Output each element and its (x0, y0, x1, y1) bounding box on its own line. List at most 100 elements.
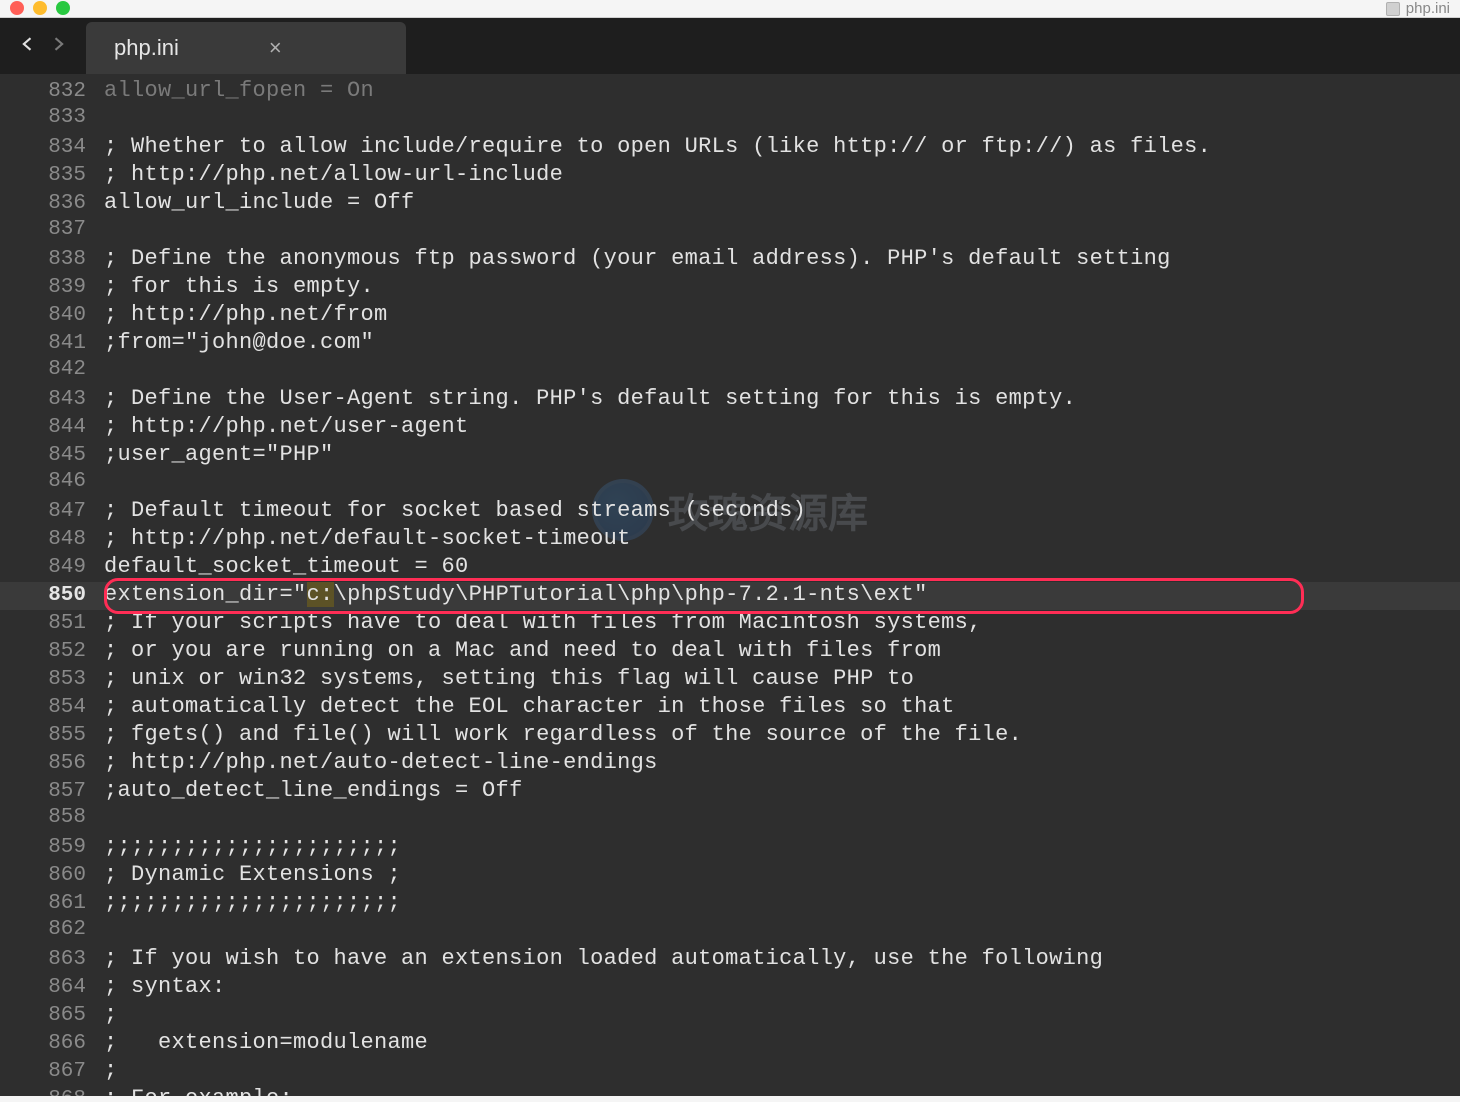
line-number: 849 (0, 556, 104, 579)
code-line[interactable]: 835; http://php.net/allow-url-include (0, 162, 1460, 190)
line-number: 861 (0, 892, 104, 915)
code-line[interactable]: 853; unix or win32 systems, setting this… (0, 666, 1460, 694)
code-text: ; Dynamic Extensions ; (104, 862, 401, 887)
code-text: ; fgets() and file() will work regardles… (104, 722, 1022, 747)
code-text: allow_url_include = Off (104, 190, 415, 215)
line-number: 839 (0, 276, 104, 299)
line-number: 865 (0, 1004, 104, 1027)
code-line[interactable]: 842 (0, 358, 1460, 386)
line-number: 844 (0, 416, 104, 439)
code-line[interactable]: 861;;;;;;;;;;;;;;;;;;;;;; (0, 890, 1460, 918)
code-line[interactable]: 844; http://php.net/user-agent (0, 414, 1460, 442)
code-line[interactable]: 848; http://php.net/default-socket-timeo… (0, 526, 1460, 554)
zoom-window-button[interactable] (56, 1, 70, 15)
line-number: 840 (0, 304, 104, 327)
code-line[interactable]: 851; If your scripts have to deal with f… (0, 610, 1460, 638)
code-line[interactable]: 847; Default timeout for socket based st… (0, 498, 1460, 526)
minimize-window-button[interactable] (33, 1, 47, 15)
code-line[interactable]: 845;user_agent="PHP" (0, 442, 1460, 470)
code-line[interactable]: 858 (0, 806, 1460, 834)
code-line[interactable]: 833 (0, 106, 1460, 134)
code-text: ; syntax: (104, 974, 226, 999)
code-text: ;;;;;;;;;;;;;;;;;;;;;; (104, 834, 401, 859)
line-number: 842 (0, 358, 104, 381)
line-number: 850 (0, 584, 104, 607)
tab-close-button[interactable]: × (269, 35, 282, 61)
code-text: default_socket_timeout = 60 (104, 554, 469, 579)
chevron-right-icon (48, 34, 68, 54)
line-number: 857 (0, 780, 104, 803)
code-line[interactable]: 862 (0, 918, 1460, 946)
code-line[interactable]: 840; http://php.net/from (0, 302, 1460, 330)
code-text: ; automatically detect the EOL character… (104, 694, 955, 719)
code-line[interactable]: 843; Define the User-Agent string. PHP's… (0, 386, 1460, 414)
editor-toolbar: php.ini × (0, 18, 1460, 74)
line-number: 860 (0, 864, 104, 887)
line-number: 833 (0, 106, 104, 129)
line-number: 864 (0, 976, 104, 999)
code-text: extension_dir="c:\phpStudy\PHPTutorial\p… (104, 582, 928, 607)
code-line[interactable]: 859;;;;;;;;;;;;;;;;;;;;;; (0, 834, 1460, 862)
code-text: ;auto_detect_line_endings = Off (104, 778, 523, 803)
chevron-left-icon (18, 34, 38, 54)
code-lines[interactable]: 832allow_url_fopen = On833 834; Whether t… (0, 74, 1460, 1102)
line-number: 862 (0, 918, 104, 941)
line-number: 858 (0, 806, 104, 829)
code-text: ; or you are running on a Mac and need t… (104, 638, 941, 663)
line-number: 852 (0, 640, 104, 663)
back-button[interactable] (18, 34, 38, 59)
code-text: ; http://php.net/allow-url-include (104, 162, 563, 187)
file-icon (1386, 2, 1400, 16)
code-text: ; extension=modulename (104, 1030, 428, 1055)
line-number: 859 (0, 836, 104, 859)
code-line[interactable]: 854; automatically detect the EOL charac… (0, 694, 1460, 722)
code-line[interactable]: 867; (0, 1058, 1460, 1086)
code-text: ; (104, 1002, 118, 1027)
code-line[interactable]: 860; Dynamic Extensions ; (0, 862, 1460, 890)
line-number: 863 (0, 948, 104, 971)
code-line[interactable]: 864; syntax: (0, 974, 1460, 1002)
history-nav (0, 18, 86, 74)
code-line[interactable]: 836allow_url_include = Off (0, 190, 1460, 218)
code-text: ; Default timeout for socket based strea… (104, 498, 806, 523)
code-text: ;from="john@doe.com" (104, 330, 374, 355)
line-number: 846 (0, 470, 104, 493)
line-number: 847 (0, 500, 104, 523)
line-number: 851 (0, 612, 104, 635)
code-line[interactable]: 846 (0, 470, 1460, 498)
code-text: ; http://php.net/user-agent (104, 414, 469, 439)
line-number: 853 (0, 668, 104, 691)
code-text: ; Whether to allow include/require to op… (104, 134, 1211, 159)
code-line[interactable]: 856; http://php.net/auto-detect-line-end… (0, 750, 1460, 778)
code-text: ; Define the anonymous ftp password (you… (104, 246, 1171, 271)
code-text: ; Define the User-Agent string. PHP's de… (104, 386, 1076, 411)
line-number: 837 (0, 218, 104, 241)
tab-title: php.ini (114, 35, 179, 61)
code-line[interactable]: 839; for this is empty. (0, 274, 1460, 302)
line-number: 843 (0, 388, 104, 411)
code-line[interactable]: 863; If you wish to have an extension lo… (0, 946, 1460, 974)
close-window-button[interactable] (10, 1, 24, 15)
forward-button[interactable] (48, 34, 68, 59)
code-line[interactable]: 834; Whether to allow include/require to… (0, 134, 1460, 162)
line-number: 834 (0, 136, 104, 159)
code-line[interactable]: 849default_socket_timeout = 60 (0, 554, 1460, 582)
code-line[interactable]: 857;auto_detect_line_endings = Off (0, 778, 1460, 806)
code-line[interactable]: 865; (0, 1002, 1460, 1030)
code-editor[interactable]: 玫瑰资源库 832allow_url_fopen = On833834; Whe… (0, 74, 1460, 1102)
window-title: php.ini (1406, 0, 1450, 17)
tab-php-ini[interactable]: php.ini × (86, 22, 406, 74)
code-line[interactable]: 866; extension=modulename (0, 1030, 1460, 1058)
code-line[interactable]: 850extension_dir="c:\phpStudy\PHPTutoria… (0, 582, 1460, 610)
code-line[interactable]: 837 (0, 218, 1460, 246)
code-line[interactable]: 838; Define the anonymous ftp password (… (0, 246, 1460, 274)
code-line[interactable]: 852; or you are running on a Mac and nee… (0, 638, 1460, 666)
line-number: 835 (0, 164, 104, 187)
line-number: 866 (0, 1032, 104, 1055)
code-text: ; unix or win32 systems, setting this fl… (104, 666, 914, 691)
code-line[interactable]: 832allow_url_fopen = On (0, 78, 1460, 106)
code-line[interactable]: 855; fgets() and file() will work regard… (0, 722, 1460, 750)
line-number: 854 (0, 696, 104, 719)
code-text: ; If you wish to have an extension loade… (104, 946, 1103, 971)
code-line[interactable]: 841;from="john@doe.com" (0, 330, 1460, 358)
